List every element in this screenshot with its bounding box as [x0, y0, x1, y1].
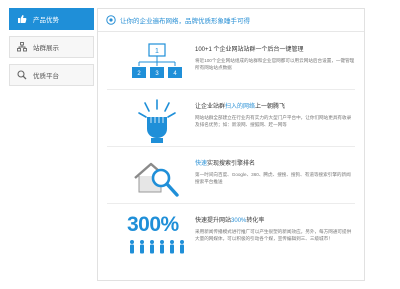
multi-site-icon: 1 2 3 4: [127, 40, 187, 86]
feature-description: 网站站群全部建立在行业内有实力的大型门户平台中，让你们网站更具有收录及排名优势；…: [195, 115, 352, 127]
conversion-percent: 300%: [127, 213, 179, 236]
banner-text: 让你的企业遍布网络，品牌优质形象睡手可得: [120, 18, 250, 25]
feature-title: 快速实现搜索引擎排名: [195, 161, 256, 167]
main-panel: 让你的企业遍布网络，品牌优质形象睡手可得 1 2 3 4 100+1 个企业网站…: [97, 8, 365, 281]
feature-title: 快速提升网站300%转化率: [195, 218, 265, 224]
sidebar-item-product-advantage[interactable]: 产品优势: [9, 8, 94, 30]
sidebar-item-label: 站群展示: [33, 45, 59, 52]
feature-title: 让企业站群扫入的网络上一朝腾飞: [195, 104, 286, 110]
feature-description: 第一时间向百度、Google、360、腾虎、搜搜、搜狗、有道等搜索引擎的新闻搜索…: [195, 172, 351, 184]
thumbs-up-icon: [16, 13, 28, 25]
feature-description: 采用新闻传播模式进行推广可以产生很塑的新闻效应。另外，每方网通可提供大量的网媒体…: [195, 229, 352, 241]
art-label: 1: [155, 48, 159, 55]
sidebar-item-label: 产品优势: [33, 17, 59, 24]
sidebar-item-label: 优质平台: [33, 73, 59, 80]
network-icon: [16, 41, 28, 53]
feature-description: 将近100个企业网站组成的站群和企业官网都可以用云网站后台设置，一键管理所有网站…: [195, 58, 355, 70]
house-search-icon: [127, 154, 187, 200]
search-icon: [16, 69, 28, 81]
people-growth-icon: 300%: [127, 211, 187, 257]
compass-icon: [106, 15, 116, 25]
sidebar: 产品优势 站群展示 优质平台: [9, 8, 94, 92]
feature-network-boost: 让企业站群扫入的网络上一朝腾飞 网站站群全部建立在行业内有实力的大型门户平台中，…: [107, 91, 355, 147]
feature-search-ranking: 快速实现搜索引擎排名 第一时间向百度、Google、360、腾虎、搜搜、搜狗、有…: [107, 148, 355, 204]
feature-multi-site: 1 2 3 4 100+1 个企业网站站群一个后台一键管理 将近100个企业网站…: [107, 34, 355, 90]
banner: 让你的企业遍布网络，品牌优质形象睡手可得: [98, 9, 364, 32]
sidebar-item-quality-platform[interactable]: 优质平台: [9, 64, 94, 86]
feature-title: 100+1 个企业网站站群一个后台一键管理: [195, 47, 304, 53]
sidebar-item-site-cluster[interactable]: 站群展示: [9, 36, 94, 58]
feature-conversion-rate: 300% 快速提升网站300%转化率 采用新闻传播模式进行推广可以产生很塑的新闻…: [107, 205, 355, 260]
fist-icon: [127, 97, 187, 143]
